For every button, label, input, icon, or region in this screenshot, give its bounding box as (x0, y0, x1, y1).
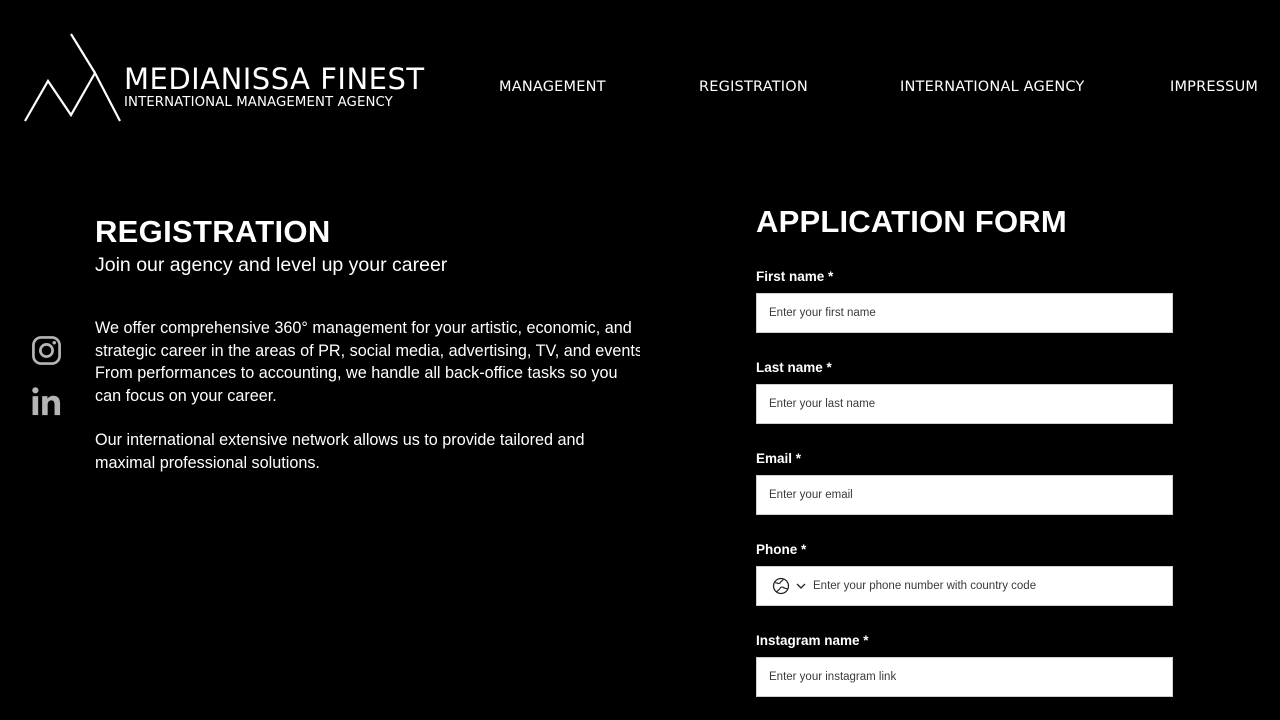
intro-paragraph-2: Our international extensive network allo… (95, 429, 640, 474)
social-links (31, 335, 62, 437)
first-name-field-group: First name * (756, 269, 1173, 333)
email-label: Email * (756, 451, 802, 466)
chevron-down-icon[interactable] (795, 580, 807, 592)
instagram-input[interactable] (756, 657, 1173, 697)
page: MEDIANISSA FINEST INTERNATIONAL MANAGEME… (0, 0, 1280, 720)
registration-intro: REGISTRATION Join our agency and level u… (95, 214, 640, 474)
email-field-group: Email * (756, 451, 1173, 515)
text-line: maximal professional solutions. (95, 453, 320, 472)
instagram-field-group: Instagram name * (756, 633, 1173, 697)
text-line: We offer comprehensive 360° management f… (95, 319, 632, 337)
form-title: APPLICATION FORM (756, 204, 1067, 239)
last-name-input[interactable] (756, 384, 1173, 424)
page-title: REGISTRATION (95, 214, 331, 249)
nav-item-international-agency[interactable]: INTERNATIONAL AGENCY (900, 79, 1085, 95)
page-subtitle: Join our agency and level up your career (95, 254, 448, 276)
last-name-label: Last name * (756, 360, 832, 375)
phone-field (756, 566, 1173, 606)
text-line: can focus on your career. (95, 386, 277, 405)
email-input[interactable] (756, 475, 1173, 515)
text-line: strategic career in the areas of PR, soc… (95, 341, 640, 360)
first-name-input[interactable] (756, 293, 1173, 333)
phone-field-group: Phone * (756, 542, 1173, 606)
nav-item-impressum[interactable]: IMPRESSUM (1170, 79, 1258, 95)
brand-logo[interactable]: MEDIANISSA FINEST INTERNATIONAL MANAGEME… (24, 33, 425, 123)
phone-input[interactable] (813, 580, 1153, 592)
mountain-logo-icon (24, 33, 121, 122)
last-name-field-group: Last name * (756, 360, 1173, 424)
globe-icon[interactable] (772, 577, 790, 595)
text-line: Our international extensive network allo… (95, 431, 585, 449)
phone-label: Phone * (756, 542, 807, 557)
main-nav: MANAGEMENT REGISTRATION INTERNATIONAL AG… (0, 79, 1280, 99)
instagram-icon[interactable] (31, 335, 62, 366)
first-name-label: First name * (756, 269, 834, 284)
application-form: APPLICATION FORM First name * Last name … (756, 203, 1173, 697)
linkedin-icon[interactable] (31, 386, 62, 417)
intro-paragraph-1: We offer comprehensive 360° management f… (95, 317, 640, 407)
nav-item-management[interactable]: MANAGEMENT (499, 79, 606, 95)
text-line: From performances to accounting, we hand… (95, 364, 618, 382)
nav-item-registration[interactable]: REGISTRATION (699, 79, 808, 95)
instagram-label: Instagram name * (756, 633, 869, 648)
